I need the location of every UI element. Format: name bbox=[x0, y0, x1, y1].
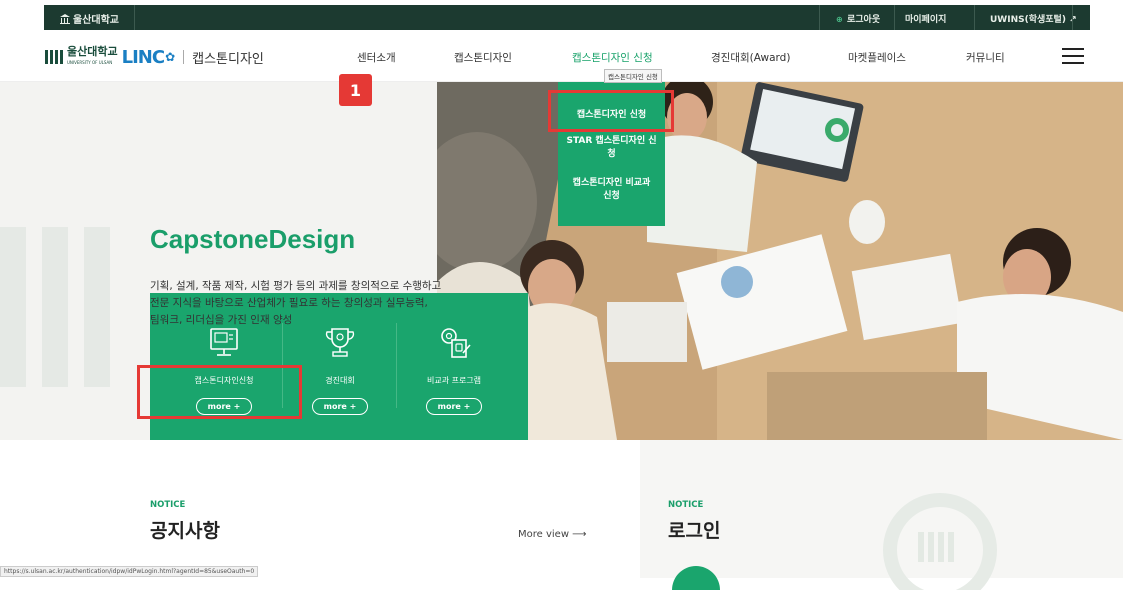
card-divider bbox=[282, 323, 283, 408]
quick-link-label: 경진대회 bbox=[325, 376, 355, 385]
nav-award[interactable]: 경진대회(Award) bbox=[711, 50, 790, 65]
mypage-link[interactable]: 마이페이지 bbox=[905, 12, 946, 25]
notice-eyebrow: NOTICE bbox=[150, 500, 186, 510]
nav-center-intro[interactable]: 센터소개 bbox=[357, 50, 396, 65]
nav-capstone-design[interactable]: 캡스톤디자인 bbox=[454, 50, 512, 65]
submenu-capstone-extracurricular-apply[interactable]: 캡스톤디자인 비교과 신청 bbox=[558, 177, 665, 203]
submenu-star-capstone-apply[interactable]: STAR 캡스톤디자인 신청 bbox=[558, 135, 665, 161]
portal-label: UWINS(학생포털) bbox=[990, 15, 1066, 25]
logout-label: 로그아웃 bbox=[847, 15, 881, 25]
university-label: 울산대학교 bbox=[73, 15, 119, 26]
linc-logo: LINC bbox=[121, 46, 165, 68]
divider bbox=[894, 5, 895, 30]
mypage-label: 마이페이지 bbox=[905, 15, 947, 25]
nav-tooltip: 캡스톤디자인 신청 bbox=[604, 69, 662, 83]
university-link[interactable]: 울산대학교 bbox=[60, 11, 119, 26]
university-emblem bbox=[45, 50, 63, 64]
hero-photo bbox=[437, 82, 1123, 440]
monitor-icon bbox=[210, 328, 238, 356]
quick-link-award: 경진대회 more + bbox=[290, 323, 390, 415]
nav-community[interactable]: 커뮤니티 bbox=[966, 50, 1005, 65]
site-name: 캡스톤디자인 bbox=[192, 51, 264, 67]
site-logo[interactable]: 울산대학교 UNIVERSITY OF ULSAN LINC ✿ 캡스톤디자인 bbox=[45, 46, 264, 68]
divider bbox=[1072, 5, 1073, 30]
quick-link-label: 비교과 프로그램 bbox=[426, 376, 482, 385]
main-header: 울산대학교 UNIVERSITY OF ULSAN LINC ✿ 캡스톤디자인 … bbox=[0, 30, 1123, 82]
login-section bbox=[640, 440, 1123, 590]
hero-description: 기획, 설계, 작품 제작, 시험 평가 등의 과제를 창의적으로 수행하고 전… bbox=[150, 278, 480, 329]
divider bbox=[974, 5, 975, 30]
divider bbox=[819, 5, 820, 30]
submenu-capstone-apply[interactable]: 캡스톤디자인 신청 bbox=[558, 109, 665, 122]
browser-status-url: https://s.ulsan.ac.kr/authentication/idp… bbox=[0, 566, 259, 577]
university-wordmark: 울산대학교 UNIVERSITY OF ULSAN bbox=[67, 45, 118, 65]
lock-icon: ⊕ bbox=[836, 15, 843, 24]
hero-desc-line: 팀워크, 리더십을 가진 인재 양성 bbox=[150, 314, 293, 326]
hero-desc-line: 전문 지식을 바탕으로 산업체가 필요로 하는 창의성과 실무능력, bbox=[150, 297, 428, 309]
more-button[interactable]: more + bbox=[426, 398, 482, 415]
building-icon bbox=[60, 14, 70, 24]
quick-link-capstone-apply: 캡스톤디자인신청 more + bbox=[174, 323, 274, 415]
logo-divider bbox=[183, 50, 185, 64]
step-number-badge: 1 bbox=[339, 74, 372, 106]
gear-document-icon bbox=[441, 328, 471, 358]
login-title: 로그인 bbox=[668, 520, 721, 542]
capstone-apply-submenu: 캡스톤디자인 신청 STAR 캡스톤디자인 신청 캡스톤디자인 비교과 신청 bbox=[558, 82, 665, 226]
students-meeting-illustration bbox=[437, 82, 1123, 440]
hero-title: CapstoneDesign bbox=[150, 224, 356, 254]
notice-section bbox=[0, 440, 640, 578]
trophy-icon bbox=[325, 328, 355, 357]
background-emblem bbox=[0, 227, 110, 387]
quick-link-label: 캡스톤디자인신청 bbox=[194, 376, 254, 385]
more-button[interactable]: more + bbox=[196, 398, 252, 415]
nav-marketplace[interactable]: 마켓플레이스 bbox=[848, 50, 906, 65]
more-button[interactable]: more + bbox=[312, 398, 368, 415]
quick-link-extracurricular: 비교과 프로그램 more + bbox=[404, 323, 504, 415]
linc-mark-icon: ✿ bbox=[165, 50, 176, 64]
menu-hamburger-icon[interactable] bbox=[1062, 48, 1084, 65]
hero-desc-line: 기획, 설계, 작품 제작, 시험 평가 등의 과제를 창의적으로 수행하고 bbox=[150, 280, 442, 292]
divider bbox=[134, 5, 135, 30]
login-eyebrow: NOTICE bbox=[668, 500, 704, 510]
university-seal-watermark bbox=[883, 493, 997, 590]
portal-link[interactable]: UWINS(학생포털) ↗ bbox=[990, 12, 1077, 25]
top-utility-bar: 울산대학교 ⊕ 로그아웃 마이페이지 UWINS(학생포털) ↗ bbox=[0, 0, 1123, 30]
more-view-link[interactable]: More view ⟶ bbox=[518, 529, 587, 540]
nav-capstone-apply[interactable]: 캡스톤디자인 신청 bbox=[572, 50, 653, 65]
top-utility-bar-inner: 울산대학교 ⊕ 로그아웃 마이페이지 UWINS(학생포털) ↗ bbox=[44, 5, 1090, 30]
notice-title: 공지사항 bbox=[150, 520, 220, 542]
logout-link[interactable]: ⊕ 로그아웃 bbox=[836, 12, 880, 25]
card-divider bbox=[396, 323, 397, 408]
